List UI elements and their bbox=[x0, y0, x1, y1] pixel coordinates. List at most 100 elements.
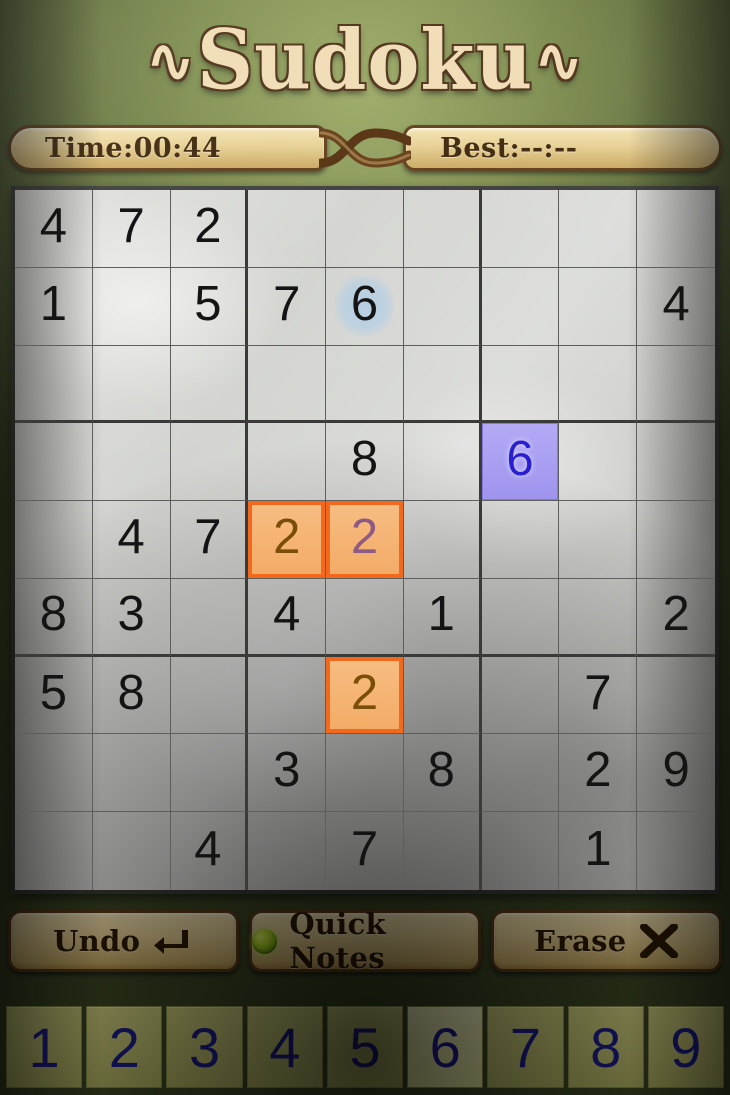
sudoku-cell-r4c1[interactable] bbox=[15, 423, 93, 502]
sudoku-cell-r2c2[interactable] bbox=[92, 267, 171, 346]
sudoku-cell-r7c7[interactable] bbox=[481, 656, 560, 735]
sudoku-cell-r9c4[interactable] bbox=[248, 812, 327, 890]
numpad-key-7[interactable]: 7 bbox=[487, 1006, 564, 1088]
sudoku-cell-r5c5[interactable]: 2 bbox=[326, 501, 404, 579]
sudoku-cell-r1c6[interactable] bbox=[403, 190, 482, 268]
sudoku-cell-r3c4[interactable] bbox=[248, 345, 327, 424]
sudoku-cell-r9c6[interactable] bbox=[404, 812, 482, 890]
sudoku-cell-r3c7[interactable] bbox=[481, 345, 560, 424]
sudoku-cell-r8c8[interactable]: 2 bbox=[559, 734, 638, 813]
sudoku-cell-r6c4[interactable]: 4 bbox=[248, 578, 327, 657]
sudoku-cell-r9c1[interactable] bbox=[15, 812, 93, 890]
sudoku-cell-value: 8 bbox=[39, 586, 68, 641]
sudoku-cell-value: 4 bbox=[273, 586, 301, 641]
sudoku-cell-r1c2[interactable]: 7 bbox=[92, 190, 171, 268]
flourish-right-icon: ∿ bbox=[535, 25, 584, 95]
sudoku-cell-r4c4[interactable] bbox=[248, 423, 327, 502]
undo-button[interactable]: Undo bbox=[8, 910, 240, 972]
sudoku-cell-r4c9[interactable] bbox=[637, 423, 715, 502]
sudoku-cell-r7c2[interactable]: 8 bbox=[92, 656, 171, 735]
numpad-key-1[interactable]: 1 bbox=[6, 1006, 83, 1088]
sudoku-cell-value: 2 bbox=[662, 586, 690, 641]
sudoku-cell-r3c8[interactable] bbox=[559, 345, 638, 424]
sudoku-cell-r9c9[interactable] bbox=[637, 812, 715, 890]
sudoku-cell-r3c1[interactable] bbox=[15, 345, 93, 424]
sudoku-cell-r4c5[interactable]: 8 bbox=[326, 423, 404, 502]
sudoku-cell-r5c4[interactable]: 2 bbox=[248, 501, 327, 579]
sudoku-cell-r1c9[interactable] bbox=[637, 190, 715, 268]
sudoku-cell-r8c2[interactable] bbox=[92, 734, 171, 813]
sudoku-cell-r7c6[interactable] bbox=[403, 656, 482, 735]
sudoku-cell-r7c3[interactable] bbox=[170, 656, 249, 735]
sudoku-cell-r6c7[interactable] bbox=[481, 578, 560, 657]
sudoku-cell-r2c1[interactable]: 1 bbox=[15, 267, 93, 346]
sudoku-cell-r5c3[interactable]: 7 bbox=[170, 501, 249, 579]
sudoku-cell-value: 2 bbox=[350, 509, 379, 564]
sudoku-cell-r1c7[interactable] bbox=[481, 190, 560, 268]
sudoku-cell-r4c2[interactable] bbox=[92, 423, 171, 502]
numpad-key-3[interactable]: 3 bbox=[166, 1006, 243, 1088]
sudoku-cell-r9c5[interactable]: 7 bbox=[326, 812, 404, 890]
sudoku-cell-r2c5[interactable]: 6 bbox=[326, 267, 404, 346]
sudoku-cell-r5c9[interactable] bbox=[637, 501, 715, 579]
numpad-key-9[interactable]: 9 bbox=[647, 1006, 724, 1088]
sudoku-cell-r3c6[interactable] bbox=[403, 345, 482, 424]
sudoku-cell-r1c1[interactable]: 4 bbox=[15, 190, 93, 268]
sudoku-cell-r4c6[interactable] bbox=[403, 423, 482, 502]
sudoku-cell-r3c5[interactable] bbox=[326, 345, 404, 424]
sudoku-cell-r6c6[interactable]: 1 bbox=[403, 578, 482, 657]
sudoku-cell-r6c1[interactable]: 8 bbox=[15, 578, 93, 657]
quick-notes-button[interactable]: Quick Notes bbox=[249, 907, 481, 975]
sudoku-cell-r5c1[interactable] bbox=[15, 501, 93, 579]
sudoku-cell-r6c9[interactable]: 2 bbox=[637, 579, 715, 657]
numpad-key-8[interactable]: 8 bbox=[567, 1006, 644, 1088]
numpad-key-5[interactable]: 5 bbox=[326, 1006, 404, 1088]
sudoku-cell-r9c7[interactable] bbox=[482, 812, 560, 890]
sudoku-cell-r6c5[interactable] bbox=[326, 578, 404, 657]
sudoku-cell-r4c8[interactable] bbox=[559, 423, 638, 502]
sudoku-cell-r8c1[interactable] bbox=[15, 734, 93, 813]
sudoku-cell-r9c8[interactable]: 1 bbox=[559, 812, 638, 890]
sudoku-cell-r2c3[interactable]: 5 bbox=[170, 267, 249, 346]
sudoku-cell-r7c4[interactable] bbox=[248, 656, 327, 735]
sudoku-cell-r2c4[interactable]: 7 bbox=[248, 267, 327, 346]
numpad-key-2[interactable]: 2 bbox=[86, 1006, 163, 1088]
sudoku-cell-r3c2[interactable] bbox=[92, 345, 171, 424]
sudoku-cell-r2c8[interactable] bbox=[559, 267, 638, 346]
sudoku-cell-r8c3[interactable] bbox=[170, 734, 249, 813]
sudoku-cell-r9c3[interactable]: 4 bbox=[171, 812, 249, 890]
sudoku-cell-r8c4[interactable]: 3 bbox=[248, 734, 327, 813]
sudoku-cell-r4c3[interactable] bbox=[170, 423, 249, 502]
sudoku-cell-value: 3 bbox=[273, 743, 301, 798]
sudoku-cell-r2c9[interactable]: 4 bbox=[637, 268, 715, 346]
sudoku-cell-r5c6[interactable] bbox=[403, 501, 482, 579]
sudoku-cell-r2c6[interactable] bbox=[403, 267, 482, 346]
sudoku-cell-r7c1[interactable]: 5 bbox=[15, 656, 93, 735]
sudoku-cell-r3c3[interactable] bbox=[170, 345, 249, 424]
sudoku-cell-r6c8[interactable] bbox=[559, 578, 638, 657]
sudoku-cell-r5c7[interactable] bbox=[481, 501, 560, 579]
erase-button[interactable]: Erase bbox=[490, 910, 722, 972]
numpad-key-4[interactable]: 4 bbox=[246, 1006, 323, 1088]
sudoku-cell-r5c2[interactable]: 4 bbox=[92, 501, 171, 579]
sudoku-cell-r1c4[interactable] bbox=[248, 190, 327, 268]
sudoku-cell-r1c8[interactable] bbox=[559, 190, 638, 268]
sudoku-cell-r1c3[interactable]: 2 bbox=[170, 190, 249, 268]
numpad-key-6[interactable]: 6 bbox=[407, 1006, 484, 1088]
sudoku-cell-r7c5[interactable]: 2 bbox=[326, 656, 404, 735]
sudoku-cell-r1c5[interactable] bbox=[326, 190, 404, 268]
sudoku-cell-r7c8[interactable]: 7 bbox=[559, 656, 638, 735]
undo-button-label: Undo bbox=[53, 924, 141, 958]
sudoku-cell-r6c3[interactable] bbox=[170, 578, 249, 657]
sudoku-cell-r4c7[interactable]: 6 bbox=[481, 423, 560, 502]
sudoku-cell-r8c5[interactable] bbox=[326, 734, 404, 813]
sudoku-cell-r2c7[interactable] bbox=[481, 267, 560, 346]
sudoku-cell-r3c9[interactable] bbox=[637, 346, 715, 424]
sudoku-cell-r8c6[interactable]: 8 bbox=[403, 734, 482, 813]
sudoku-cell-r8c7[interactable] bbox=[481, 734, 560, 813]
sudoku-cell-r6c2[interactable]: 3 bbox=[92, 578, 171, 657]
sudoku-cell-r5c8[interactable] bbox=[559, 501, 638, 579]
sudoku-cell-r8c9[interactable]: 9 bbox=[637, 734, 715, 813]
sudoku-cell-r7c9[interactable] bbox=[637, 657, 715, 735]
sudoku-cell-r9c2[interactable] bbox=[93, 812, 171, 890]
